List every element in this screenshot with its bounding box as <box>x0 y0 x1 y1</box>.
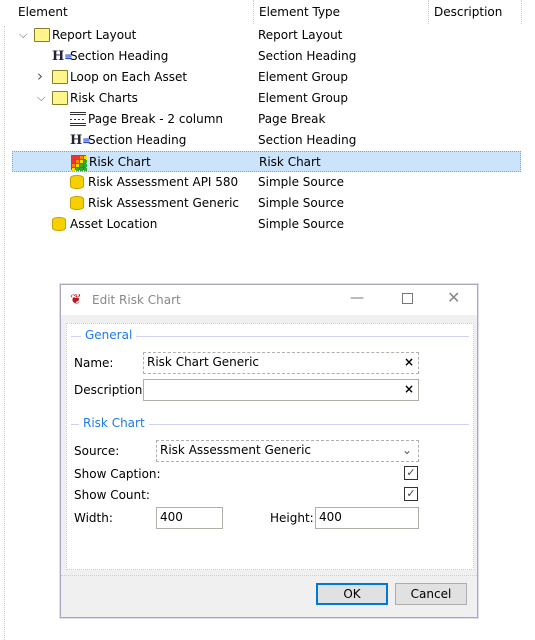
tree-row[interactable]: Asset Location Simple Source <box>12 214 521 235</box>
risk-chart-group-header: Risk Chart <box>79 416 149 430</box>
description-label: Description: <box>74 383 147 397</box>
width-input[interactable]: 400 <box>156 507 223 529</box>
tree-row-label: Risk Assessment Generic <box>88 196 240 210</box>
chevron-down-icon: ⌄ <box>401 443 412 457</box>
tree-row-label: Section Heading <box>70 49 169 63</box>
tree-row-type: Simple Source <box>258 217 345 231</box>
column-header-element[interactable]: Element <box>18 5 68 19</box>
tree-row[interactable]: Risk Chart Risk Chart <box>12 151 521 172</box>
source-label: Source: <box>74 444 120 458</box>
expand-arrow-icon[interactable]: › <box>37 67 43 85</box>
column-divider <box>521 0 522 24</box>
show-caption-checkbox[interactable]: ✓ <box>404 466 418 480</box>
dialog-content-panel: General Name: Risk Chart Generic × Descr… <box>66 323 474 570</box>
tree-row-type: Section Heading <box>258 49 357 63</box>
ok-button[interactable]: OK <box>316 583 388 605</box>
tree-row-type: Report Layout <box>258 28 343 42</box>
tree-row-type: Simple Source <box>258 175 345 189</box>
tree-row[interactable]: Risk Assessment Generic Simple Source <box>12 193 521 214</box>
column-divider[interactable] <box>253 0 254 24</box>
tree-row-label: Page Break - 2 column <box>88 112 224 126</box>
checkmark-icon: ✓ <box>406 466 416 479</box>
dialog-titlebar[interactable]: ❦ Edit Risk Chart — ✕ <box>61 285 477 315</box>
folder-open-icon <box>34 28 50 42</box>
clear-name-icon[interactable]: × <box>404 355 414 369</box>
tree-row[interactable]: Page Break - 2 column Page Break <box>12 109 521 130</box>
tree-row-type: Element Group <box>258 91 349 105</box>
collapse-arrow-icon[interactable]: ⌵ <box>37 91 45 105</box>
tree-row-type: Simple Source <box>258 196 345 210</box>
close-button[interactable]: ✕ <box>447 288 460 307</box>
tree-gutter <box>4 26 5 640</box>
footer-divider <box>61 575 477 576</box>
tree-header: Element Element Type Description <box>0 0 535 24</box>
tree-row-label: Risk Assessment API 580 <box>88 175 239 189</box>
database-icon <box>70 175 84 189</box>
tree-row[interactable]: ⌵ Report Layout Report Layout <box>12 25 521 46</box>
width-label: Width: <box>74 511 113 525</box>
show-count-label: Show Count: <box>74 488 150 502</box>
tree-row-label: Risk Charts <box>70 91 138 105</box>
dialog-title: Edit Risk Chart <box>92 293 181 307</box>
height-input[interactable]: 400 <box>315 507 419 529</box>
edit-risk-chart-dialog: ❦ Edit Risk Chart — ✕ General Name: Risk… <box>60 284 478 618</box>
tree-row-label: Loop on Each Asset <box>70 70 188 84</box>
tree-row-type: Risk Chart <box>259 155 321 169</box>
show-caption-label: Show Caption: <box>74 467 161 481</box>
tree-row-type: Page Break <box>258 112 326 126</box>
name-label: Name: <box>74 356 114 370</box>
tree-row[interactable]: H≡ Section Heading Section Heading <box>12 130 521 151</box>
clear-description-icon[interactable]: × <box>404 382 414 396</box>
source-value: Risk Assessment Generic <box>160 443 312 457</box>
column-header-description[interactable]: Description <box>434 5 502 19</box>
tree-row-label: Section Heading <box>88 133 187 147</box>
maximize-button[interactable] <box>402 293 413 304</box>
tree-row-label: Report Layout <box>52 28 137 42</box>
app-logo-icon: ❦ <box>70 292 82 308</box>
cancel-button[interactable]: Cancel <box>395 583 467 605</box>
tree-row[interactable]: ⌵ Risk Charts Element Group <box>12 88 521 109</box>
folder-open-icon <box>52 91 68 105</box>
collapse-arrow-icon[interactable]: ⌵ <box>19 28 27 42</box>
database-icon <box>70 196 84 210</box>
risk-matrix-icon <box>71 155 87 171</box>
column-header-element-type[interactable]: Element Type <box>259 5 340 19</box>
tree-row-type: Section Heading <box>258 133 357 147</box>
page-break-icon <box>70 112 86 126</box>
height-label: Height: <box>270 511 314 525</box>
name-input[interactable]: Risk Chart Generic × <box>143 352 419 374</box>
tree-row[interactable]: Risk Assessment API 580 Simple Source <box>12 172 521 193</box>
checkmark-icon: ✓ <box>406 487 416 500</box>
heading-icon: H≡ <box>70 133 91 148</box>
heading-icon: H≡ <box>52 49 73 64</box>
description-input[interactable]: × <box>143 379 419 401</box>
database-icon <box>52 217 66 231</box>
minimize-button[interactable]: — <box>350 290 364 306</box>
tree-row[interactable]: › Loop on Each Asset Element Group <box>12 67 521 88</box>
source-select[interactable]: Risk Assessment Generic ⌄ <box>156 440 419 462</box>
tree-row-label: Risk Chart <box>89 155 151 169</box>
column-divider[interactable] <box>428 0 429 24</box>
tree-row-type: Element Group <box>258 70 349 84</box>
general-group-header: General <box>81 328 137 342</box>
tree-row[interactable]: H≡ Section Heading Section Heading <box>12 46 521 67</box>
show-count-checkbox[interactable]: ✓ <box>404 487 418 501</box>
tree-row-label: Asset Location <box>70 217 158 231</box>
name-value: Risk Chart Generic <box>147 355 260 369</box>
folder-icon <box>52 70 68 84</box>
